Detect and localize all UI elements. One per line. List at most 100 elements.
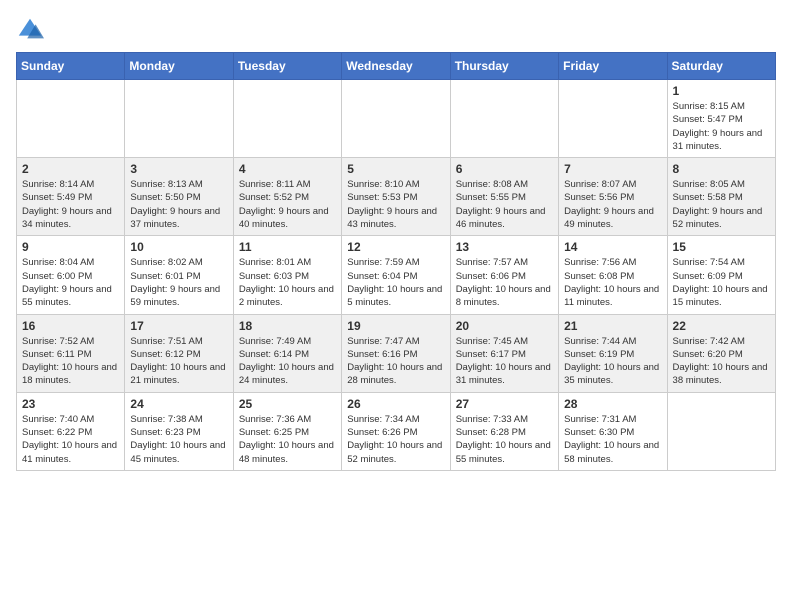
- day-info: Sunrise: 7:51 AM Sunset: 6:12 PM Dayligh…: [130, 335, 227, 388]
- day-info: Sunrise: 8:02 AM Sunset: 6:01 PM Dayligh…: [130, 256, 227, 309]
- day-number: 22: [673, 319, 770, 333]
- day-number: 7: [564, 162, 661, 176]
- calendar-cell: 16 Sunrise: 7:52 AM Sunset: 6:11 PM Dayli…: [17, 314, 125, 392]
- day-info: Sunrise: 7:33 AM Sunset: 6:28 PM Dayligh…: [456, 413, 553, 466]
- calendar-cell: 21 Sunrise: 7:44 AM Sunset: 6:19 PM Dayli…: [559, 314, 667, 392]
- calendar-cell: 22Sunrise: 7:42 AM Sunset: 6:20 PM Dayli…: [667, 314, 775, 392]
- logo-icon: [16, 16, 44, 44]
- calendar-cell: [233, 80, 341, 158]
- day-info: Sunrise: 8:11 AM Sunset: 5:52 PM Dayligh…: [239, 178, 336, 231]
- day-info: Sunrise: 8:07 AM Sunset: 5:56 PM Dayligh…: [564, 178, 661, 231]
- week-row-4: 16 Sunrise: 7:52 AM Sunset: 6:11 PM Dayli…: [17, 314, 776, 392]
- calendar-cell: 2 Sunrise: 8:14 AM Sunset: 5:49 PM Daylig…: [17, 158, 125, 236]
- week-row-3: 9 Sunrise: 8:04 AM Sunset: 6:00 PM Daylig…: [17, 236, 776, 314]
- day-number: 8: [673, 162, 770, 176]
- calendar-cell: 5 Sunrise: 8:10 AM Sunset: 5:53 PM Daylig…: [342, 158, 450, 236]
- day-info: Sunrise: 8:05 AM Sunset: 5:58 PM Dayligh…: [673, 178, 770, 231]
- calendar-cell: 3 Sunrise: 8:13 AM Sunset: 5:50 PM Daylig…: [125, 158, 233, 236]
- calendar-cell: 27 Sunrise: 7:33 AM Sunset: 6:28 PM Dayli…: [450, 392, 558, 470]
- day-number: 24: [130, 397, 227, 411]
- day-info: Sunrise: 8:04 AM Sunset: 6:00 PM Dayligh…: [22, 256, 119, 309]
- day-number: 23: [22, 397, 119, 411]
- weekday-header-sunday: Sunday: [17, 53, 125, 80]
- header: [16, 16, 776, 44]
- day-number: 4: [239, 162, 336, 176]
- day-info: Sunrise: 7:56 AM Sunset: 6:08 PM Dayligh…: [564, 256, 661, 309]
- calendar-cell: [450, 80, 558, 158]
- calendar-cell: 15 Sunrise: 7:54 AM Sunset: 6:09 PM Dayli…: [667, 236, 775, 314]
- day-info: Sunrise: 7:57 AM Sunset: 6:06 PM Dayligh…: [456, 256, 553, 309]
- day-number: 21: [564, 319, 661, 333]
- calendar-table: SundayMondayTuesdayWednesdayThursdayFrid…: [16, 52, 776, 471]
- day-number: 13: [456, 240, 553, 254]
- day-number: 9: [22, 240, 119, 254]
- calendar-cell: 26 Sunrise: 7:34 AM Sunset: 6:26 PM Dayli…: [342, 392, 450, 470]
- calendar-cell: [559, 80, 667, 158]
- day-info: Sunrise: 7:54 AM Sunset: 6:09 PM Dayligh…: [673, 256, 770, 309]
- day-info: Sunrise: 8:08 AM Sunset: 5:55 PM Dayligh…: [456, 178, 553, 231]
- day-number: 20: [456, 319, 553, 333]
- calendar-cell: 23 Sunrise: 7:40 AM Sunset: 6:22 PM Dayli…: [17, 392, 125, 470]
- day-number: 17: [130, 319, 227, 333]
- week-row-1: 1 Sunrise: 8:15 AM Sunset: 5:47 PM Daylig…: [17, 80, 776, 158]
- day-info: Sunrise: 8:15 AM Sunset: 5:47 PM Dayligh…: [673, 100, 770, 153]
- day-info: Sunrise: 7:36 AM Sunset: 6:25 PM Dayligh…: [239, 413, 336, 466]
- calendar-cell: 4 Sunrise: 8:11 AM Sunset: 5:52 PM Daylig…: [233, 158, 341, 236]
- weekday-header-monday: Monday: [125, 53, 233, 80]
- calendar-cell: 17 Sunrise: 7:51 AM Sunset: 6:12 PM Dayli…: [125, 314, 233, 392]
- weekday-header-row: SundayMondayTuesdayWednesdayThursdayFrid…: [17, 53, 776, 80]
- calendar-cell: 1 Sunrise: 8:15 AM Sunset: 5:47 PM Daylig…: [667, 80, 775, 158]
- day-number: 6: [456, 162, 553, 176]
- weekday-header-friday: Friday: [559, 53, 667, 80]
- day-number: 2: [22, 162, 119, 176]
- day-info: Sunrise: 8:13 AM Sunset: 5:50 PM Dayligh…: [130, 178, 227, 231]
- day-info: Sunrise: 7:52 AM Sunset: 6:11 PM Dayligh…: [22, 335, 119, 388]
- day-number: 18: [239, 319, 336, 333]
- day-info: Sunrise: 7:34 AM Sunset: 6:26 PM Dayligh…: [347, 413, 444, 466]
- calendar-cell: [342, 80, 450, 158]
- calendar-cell: 9 Sunrise: 8:04 AM Sunset: 6:00 PM Daylig…: [17, 236, 125, 314]
- day-number: 27: [456, 397, 553, 411]
- day-number: 14: [564, 240, 661, 254]
- day-number: 5: [347, 162, 444, 176]
- logo: [16, 16, 48, 44]
- weekday-header-thursday: Thursday: [450, 53, 558, 80]
- day-info: Sunrise: 7:40 AM Sunset: 6:22 PM Dayligh…: [22, 413, 119, 466]
- day-info: Sunrise: 8:14 AM Sunset: 5:49 PM Dayligh…: [22, 178, 119, 231]
- calendar-cell: 13 Sunrise: 7:57 AM Sunset: 6:06 PM Dayli…: [450, 236, 558, 314]
- calendar-cell: 24 Sunrise: 7:38 AM Sunset: 6:23 PM Dayli…: [125, 392, 233, 470]
- day-number: 12: [347, 240, 444, 254]
- calendar-cell: 20 Sunrise: 7:45 AM Sunset: 6:17 PM Dayli…: [450, 314, 558, 392]
- day-info: Sunrise: 7:38 AM Sunset: 6:23 PM Dayligh…: [130, 413, 227, 466]
- calendar-cell: 6 Sunrise: 8:08 AM Sunset: 5:55 PM Daylig…: [450, 158, 558, 236]
- day-info: Sunrise: 7:31 AM Sunset: 6:30 PM Dayligh…: [564, 413, 661, 466]
- day-number: 26: [347, 397, 444, 411]
- day-number: 16: [22, 319, 119, 333]
- day-number: 3: [130, 162, 227, 176]
- calendar-cell: 11 Sunrise: 8:01 AM Sunset: 6:03 PM Dayli…: [233, 236, 341, 314]
- calendar-cell: 8 Sunrise: 8:05 AM Sunset: 5:58 PM Daylig…: [667, 158, 775, 236]
- calendar-cell: 14 Sunrise: 7:56 AM Sunset: 6:08 PM Dayli…: [559, 236, 667, 314]
- day-number: 25: [239, 397, 336, 411]
- calendar-cell: [667, 392, 775, 470]
- week-row-2: 2 Sunrise: 8:14 AM Sunset: 5:49 PM Daylig…: [17, 158, 776, 236]
- calendar-cell: 10 Sunrise: 8:02 AM Sunset: 6:01 PM Dayli…: [125, 236, 233, 314]
- day-info: Sunrise: 8:01 AM Sunset: 6:03 PM Dayligh…: [239, 256, 336, 309]
- day-number: 15: [673, 240, 770, 254]
- day-info: Sunrise: 7:45 AM Sunset: 6:17 PM Dayligh…: [456, 335, 553, 388]
- weekday-header-tuesday: Tuesday: [233, 53, 341, 80]
- weekday-header-wednesday: Wednesday: [342, 53, 450, 80]
- day-number: 28: [564, 397, 661, 411]
- calendar-cell: 18 Sunrise: 7:49 AM Sunset: 6:14 PM Dayli…: [233, 314, 341, 392]
- day-number: 11: [239, 240, 336, 254]
- day-number: 19: [347, 319, 444, 333]
- day-info: Sunrise: 8:10 AM Sunset: 5:53 PM Dayligh…: [347, 178, 444, 231]
- day-info: Sunrise: 7:44 AM Sunset: 6:19 PM Dayligh…: [564, 335, 661, 388]
- calendar-cell: [17, 80, 125, 158]
- day-number: 10: [130, 240, 227, 254]
- day-info: Sunrise: 7:47 AM Sunset: 6:16 PM Dayligh…: [347, 335, 444, 388]
- day-number: 1: [673, 84, 770, 98]
- calendar-cell: 7 Sunrise: 8:07 AM Sunset: 5:56 PM Daylig…: [559, 158, 667, 236]
- week-row-5: 23 Sunrise: 7:40 AM Sunset: 6:22 PM Dayli…: [17, 392, 776, 470]
- day-info: Sunrise: 7:49 AM Sunset: 6:14 PM Dayligh…: [239, 335, 336, 388]
